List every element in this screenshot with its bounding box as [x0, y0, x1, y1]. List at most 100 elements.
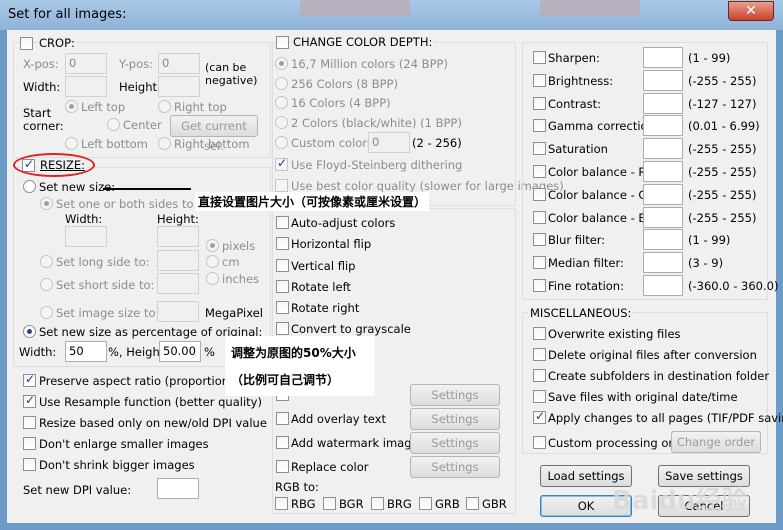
hflip-checkbox[interactable]: [276, 237, 289, 250]
center-radio[interactable]: [107, 118, 120, 131]
save-date-checkbox[interactable]: [533, 390, 546, 403]
preserve-aspect-checkbox[interactable]: [23, 372, 36, 387]
one-or-both-radio[interactable]: [40, 197, 53, 210]
rotate-left-checkbox[interactable]: [276, 280, 289, 293]
overlay-text-checkbox[interactable]: [276, 412, 289, 425]
adjust-checkbox[interactable]: [533, 51, 546, 64]
overlay-settings-button[interactable]: Settings: [410, 408, 500, 430]
adjust-range: (-255 - 255): [688, 142, 757, 156]
adjust-checkbox[interactable]: [533, 74, 546, 87]
hidden-option-settings-button[interactable]: Settings: [410, 384, 500, 406]
crop-label: CROP:: [37, 36, 77, 50]
adjust-input[interactable]: [643, 184, 683, 205]
custom-colors-input[interactable]: 0: [368, 132, 410, 153]
adjust-input[interactable]: [643, 47, 683, 68]
replace-color-checkbox[interactable]: [276, 460, 289, 473]
adjust-input[interactable]: [643, 207, 683, 228]
adjust-checkbox[interactable]: [533, 97, 546, 110]
delete-originals-checkbox[interactable]: [533, 348, 546, 361]
left-top-radio[interactable]: [65, 100, 78, 113]
floyd-checkbox[interactable]: [275, 156, 288, 171]
close-button[interactable]: ✕: [728, 1, 774, 21]
adjust-checkbox[interactable]: [533, 211, 546, 224]
grayscale-checkbox[interactable]: [276, 322, 289, 335]
short-side-label: Set short side to:: [56, 278, 155, 292]
c16m-radio[interactable]: [275, 57, 288, 70]
percentage-radio[interactable]: [23, 325, 36, 338]
adjust-input[interactable]: [643, 115, 683, 136]
c16-radio[interactable]: [275, 96, 288, 109]
left-bottom-radio[interactable]: [65, 137, 78, 150]
crop-height-input[interactable]: [158, 76, 200, 97]
inches-radio[interactable]: [206, 272, 219, 285]
brg-checkbox[interactable]: [371, 497, 384, 510]
best-quality-checkbox[interactable]: [275, 179, 288, 192]
adjust-input[interactable]: [643, 161, 683, 182]
get-current-selection-button[interactable]: Get current sel.: [170, 115, 258, 153]
adjust-checkbox[interactable]: [533, 142, 546, 155]
image-size-radio[interactable]: [40, 306, 53, 319]
vflip-checkbox[interactable]: [276, 259, 289, 272]
highlight-ellipse: [13, 153, 95, 177]
long-side-input[interactable]: [157, 250, 199, 271]
grb-checkbox[interactable]: [419, 497, 432, 510]
right-top-radio[interactable]: [158, 100, 171, 113]
color-depth-checkbox[interactable]: [276, 36, 289, 49]
short-side-radio[interactable]: [40, 278, 53, 291]
dpi-value-input[interactable]: [157, 478, 199, 499]
adjust-input[interactable]: [643, 70, 683, 91]
c2-radio[interactable]: [275, 116, 288, 129]
custom-order-checkbox[interactable]: [533, 436, 546, 449]
dont-shrink-checkbox[interactable]: [23, 458, 36, 471]
set-new-size-radio[interactable]: [23, 180, 36, 193]
adjust-range: (-127 - 127): [688, 97, 757, 111]
crop-xpos-input[interactable]: 0: [65, 53, 107, 74]
rbg-checkbox[interactable]: [275, 497, 288, 510]
adjust-checkbox[interactable]: [533, 119, 546, 132]
image-size-label: Set image size to:: [56, 306, 160, 320]
pct-width-input[interactable]: 50: [65, 341, 107, 362]
overwrite-checkbox[interactable]: [533, 327, 546, 340]
custom-colors-radio[interactable]: [275, 136, 288, 149]
adjust-input[interactable]: [643, 275, 683, 296]
crop-ypos-input[interactable]: 0: [158, 53, 200, 74]
apply-all-pages-checkbox[interactable]: [533, 409, 546, 424]
cm-radio[interactable]: [206, 255, 219, 268]
short-side-input[interactable]: [157, 273, 199, 294]
resize-height-input[interactable]: [157, 226, 199, 247]
adjust-input[interactable]: [643, 138, 683, 159]
adjust-checkbox[interactable]: [533, 233, 546, 246]
watermark-settings-button[interactable]: Settings: [410, 432, 500, 454]
crop-width-input[interactable]: [65, 76, 107, 97]
pixels-radio[interactable]: [206, 239, 219, 252]
dpi-resize-checkbox[interactable]: [23, 416, 36, 429]
resample-checkbox[interactable]: [23, 393, 36, 408]
rotate-right-checkbox[interactable]: [276, 301, 289, 314]
adjust-checkbox[interactable]: [533, 165, 546, 178]
adjust-range: (-255 - 255): [688, 188, 757, 202]
resize-width-input[interactable]: [65, 226, 107, 247]
bgr-checkbox[interactable]: [323, 497, 336, 510]
replace-color-settings-button[interactable]: Settings: [410, 456, 500, 478]
adjust-input[interactable]: [643, 93, 683, 114]
adjust-checkbox[interactable]: [533, 256, 546, 269]
adjust-input[interactable]: [643, 252, 683, 273]
adjust-range: (0.01 - 6.99): [688, 119, 760, 133]
gbr-checkbox[interactable]: [466, 497, 479, 510]
c256-radio[interactable]: [275, 77, 288, 90]
adjust-range: (1 - 99): [688, 233, 731, 247]
adjust-input[interactable]: [643, 229, 683, 250]
adjust-checkbox[interactable]: [533, 188, 546, 201]
image-size-input[interactable]: [157, 301, 199, 322]
auto-adjust-checkbox[interactable]: [276, 216, 289, 229]
change-order-button[interactable]: Change order: [671, 431, 761, 453]
long-side-radio[interactable]: [40, 255, 53, 268]
dont-enlarge-checkbox[interactable]: [23, 437, 36, 450]
watermark-checkbox[interactable]: [276, 436, 289, 449]
adjust-checkbox[interactable]: [533, 279, 546, 292]
subfolders-checkbox[interactable]: [533, 369, 546, 382]
right-bottom-radio[interactable]: [158, 137, 171, 150]
crop-checkbox[interactable]: [20, 37, 33, 50]
pct-height-input[interactable]: 50.00: [159, 341, 201, 362]
left-top-label: Left top: [81, 100, 126, 114]
